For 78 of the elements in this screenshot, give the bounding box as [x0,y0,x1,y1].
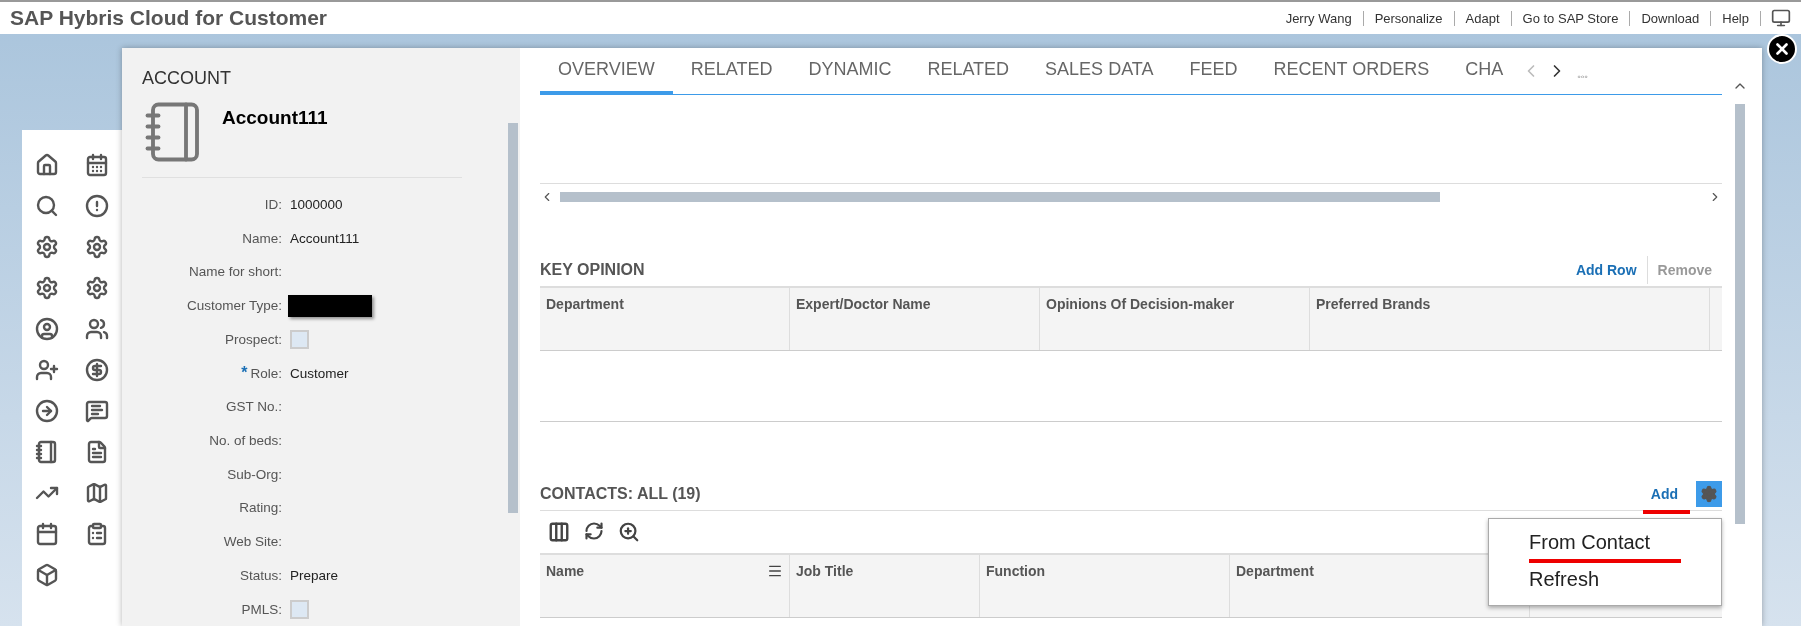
header-link[interactable]: Jerry Wang [1274,10,1364,26]
search-icon[interactable] [35,193,59,218]
gear-icon[interactable] [85,234,109,259]
annotation-underline [1642,510,1690,514]
section-title: ACCOUNT [142,68,232,89]
notebook-icon[interactable] [35,439,59,464]
field-value: 1000000 [290,197,343,212]
header-link[interactable]: Help [1711,10,1761,26]
gear-icon[interactable] [35,275,59,300]
settings-button[interactable] [1696,481,1722,507]
field-value: Account111 [290,230,360,246]
box-icon[interactable] [35,562,59,587]
scrollbar[interactable] [508,123,518,513]
tab[interactable]: RECENT ORDERS [1255,47,1448,95]
column-header: Preferred Brands [1310,288,1710,350]
scrollbar[interactable] [560,192,1440,202]
app-title: SAP Hybris Cloud for Customer [10,6,328,30]
field-label: Name: [242,230,282,246]
field-label: Customer Type: [186,298,282,314]
field-label: Web Site: [223,534,282,550]
checklist-icon[interactable] [85,521,109,546]
header-link[interactable]: Download [1630,10,1712,26]
tab[interactable]: CHA [1447,47,1522,95]
section-title: CONTACTS: ALL (19) [540,485,702,503]
tab[interactable]: RELATED [909,47,1028,95]
calendar-icon[interactable] [85,152,109,177]
columns-icon[interactable] [548,521,570,543]
field-label: PMLS: [241,601,282,617]
quote-bubble-icon[interactable] [85,398,109,423]
column-header: Opinions Of Decision-maker [1040,288,1310,350]
field-label: ID: [264,197,282,212]
column-header: Function [980,555,1230,617]
user-circle-icon[interactable] [35,316,59,341]
close-icon [1773,40,1791,58]
gear-icon[interactable] [85,275,109,300]
people-list-icon[interactable] [85,316,109,341]
field-value: Prepare [290,567,339,583]
account-name: Account111 [222,107,328,130]
field-label: Sub-Org: [227,466,282,482]
refresh-icon[interactable] [584,521,604,541]
tab[interactable]: FEED [1171,47,1256,95]
column-header: Expert/Doctor Name [790,288,1040,350]
field-label: Name for short: [188,264,282,280]
alert-icon[interactable] [85,193,109,218]
column-header: Department [540,288,790,350]
column-header: Job Title [790,555,980,617]
gear-icon[interactable] [35,234,59,259]
header-link[interactable]: Personalize [1363,10,1455,26]
gear-icon [1700,485,1718,503]
field-label: GST No.: [225,399,282,415]
header-link[interactable]: Go to SAP Store [1511,10,1631,26]
action-link[interactable]: Add Row [1565,256,1647,284]
tab[interactable]: OVERVIEW [540,47,673,95]
header-link[interactable]: Adapt [1454,10,1512,26]
section-title: KEY OPINION [540,261,646,279]
required-mark: * [241,364,248,383]
checkbox[interactable] [290,599,309,619]
column-header: Name [540,555,790,617]
tab[interactable]: DYNAMIC [790,47,910,95]
checkbox[interactable] [290,329,309,349]
screen-icon[interactable] [1771,8,1791,28]
tab[interactable]: RELATED [672,47,791,95]
sort-icon[interactable] [767,563,783,579]
field-label: Prospect: [224,331,282,347]
dollar-circle-icon[interactable] [85,357,109,382]
add-link[interactable]: Add [1640,480,1688,508]
calendar-icon[interactable] [35,521,59,546]
scrollbar[interactable] [1735,104,1745,524]
field-value: Customer [290,365,349,381]
tab[interactable]: SALES DATA [1027,47,1172,95]
more-icon[interactable]: ◦◦◦ [1577,70,1588,82]
field-label: Role: [250,365,282,381]
field-label: Status: [239,567,282,583]
close-button[interactable] [1767,34,1797,64]
home-icon[interactable] [35,152,59,177]
field-label: No. of beds: [209,433,282,449]
field-label: Rating: [239,500,282,516]
zoom-icon[interactable] [618,521,640,543]
